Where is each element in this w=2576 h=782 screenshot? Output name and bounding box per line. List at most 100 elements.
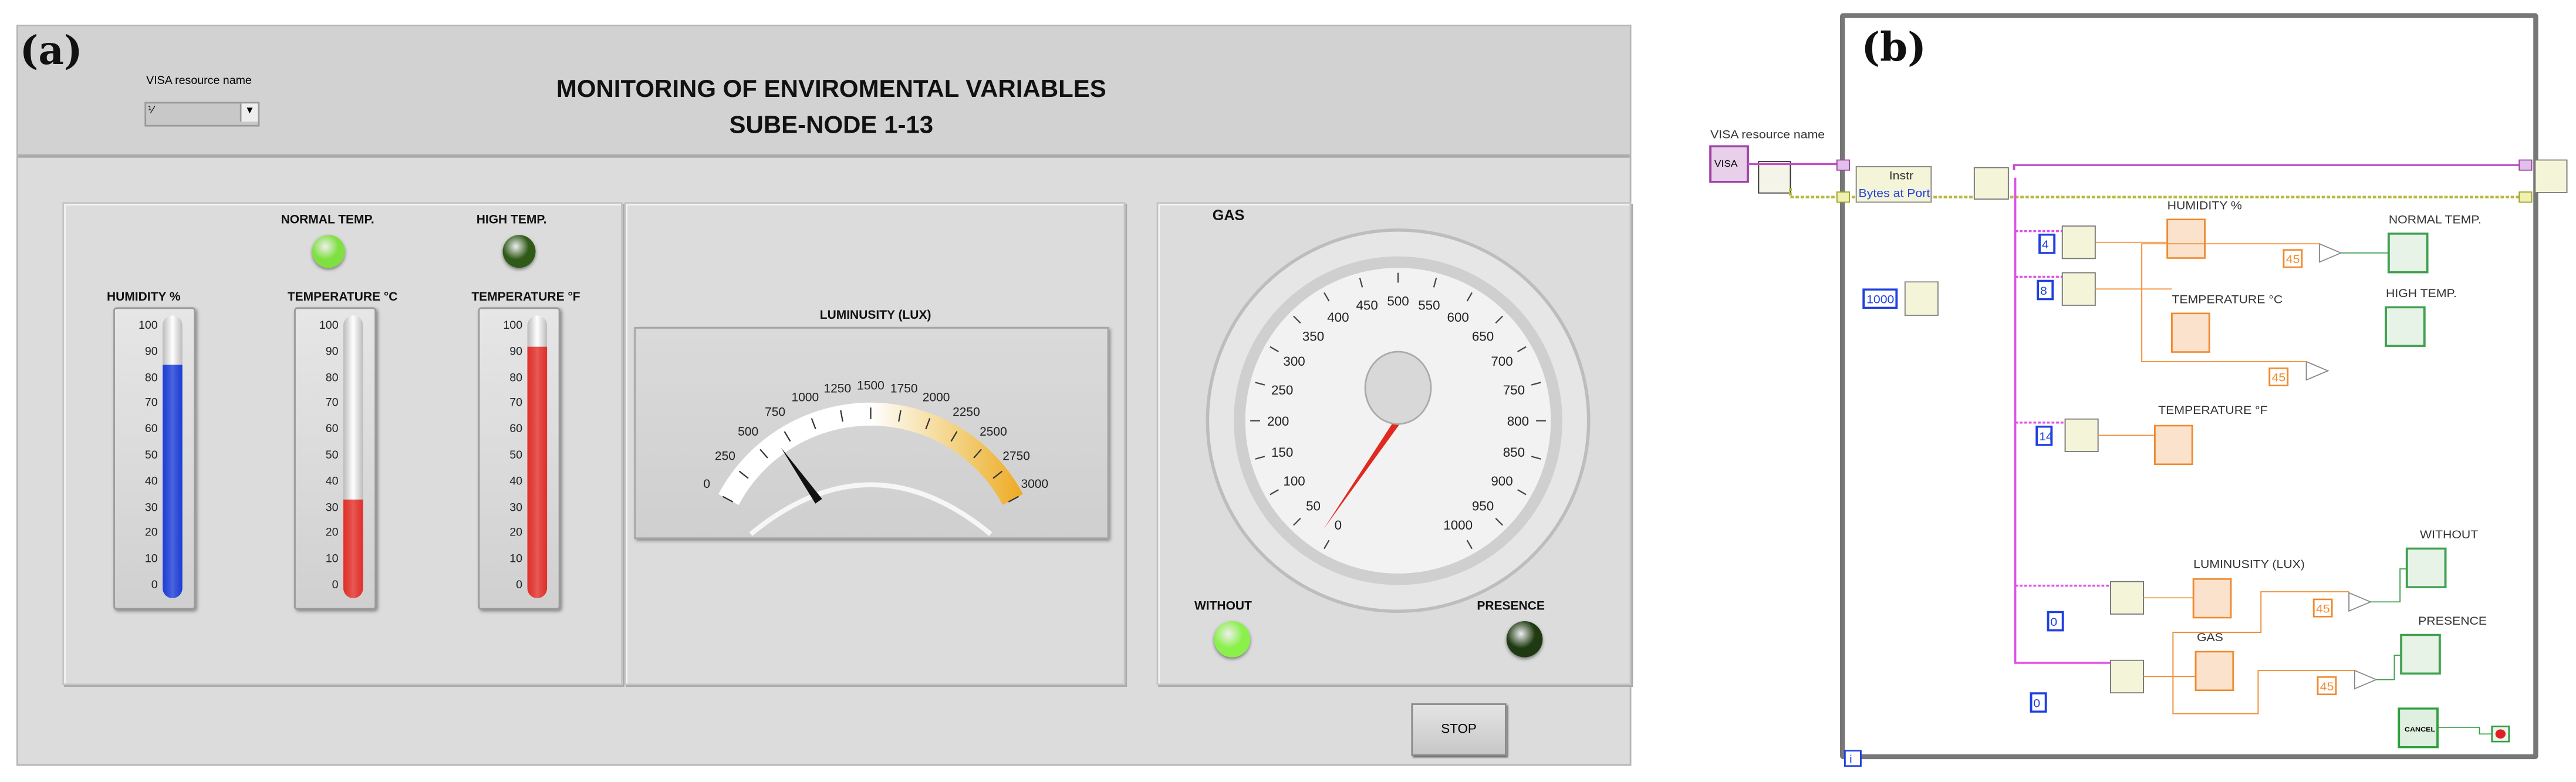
comparison-node[interactable] <box>2305 360 2329 381</box>
gas-tick-label: 200 <box>1267 414 1289 429</box>
figure-label-b: (b) <box>1861 23 1926 71</box>
visa-configure-serial-node[interactable] <box>1758 161 1791 194</box>
string-subset-node[interactable] <box>2109 581 2145 615</box>
comparison-node[interactable] <box>2354 669 2378 690</box>
string-subset-node[interactable] <box>2109 659 2145 693</box>
thermometer-level-fill <box>163 364 183 598</box>
high-temp-led <box>502 235 536 268</box>
boolean-indicator-terminal[interactable] <box>2385 306 2426 347</box>
gas-tick-label: 800 <box>1507 414 1529 429</box>
visa-resource-dropdown[interactable]: ⅟ ▼ <box>144 102 260 127</box>
stop-button[interactable]: STOP <box>1411 703 1507 756</box>
thermometer: 0 10 20 30 40 50 60 70 80 90 100 <box>478 307 561 610</box>
index-constant-value: 14 <box>2039 431 2053 443</box>
thermometer-tick-label: 0 <box>332 580 339 592</box>
luminosity-tick-label: 2000 <box>923 391 950 405</box>
comparison-node[interactable] <box>2318 242 2342 263</box>
thermometer-tick-label: 80 <box>325 372 339 384</box>
indicator-label: PRESENCE <box>2418 615 2487 628</box>
presence-label: PRESENCE <box>1477 598 1545 614</box>
indicator-label: NORMAL TEMP. <box>2389 214 2482 227</box>
gas-tick-label: 300 <box>1283 354 1305 369</box>
indicator-label: HUMIDITY % <box>2168 200 2242 212</box>
gas-tick-label: 750 <box>1503 383 1525 397</box>
thermometer-level-fill <box>527 346 548 598</box>
indicator-label: HIGH TEMP. <box>2386 288 2457 300</box>
index-constant-value: 0 <box>2050 616 2057 629</box>
visa-close-node[interactable] <box>2534 159 2568 193</box>
gas-tick-label: 1000 <box>1443 518 1473 532</box>
shift-register-right-icon <box>2518 159 2533 171</box>
string-subset-node[interactable] <box>2061 272 2096 306</box>
front-panel-header: VISA resource name ⅟ ▼ MONITORING OF ENV… <box>18 26 1630 158</box>
indicator-label: TEMPERATURE °F <box>2158 405 2267 417</box>
gas-tick-label: 950 <box>1472 498 1494 513</box>
boolean-indicator-terminal[interactable] <box>2400 633 2441 675</box>
luminosity-tick-label: 2250 <box>953 406 980 419</box>
gas-tick-label: 550 <box>1418 298 1440 313</box>
gas-tick-label: 700 <box>1491 354 1512 369</box>
string-subset-node[interactable] <box>2061 225 2096 259</box>
comparison-node[interactable] <box>2348 592 2372 612</box>
indicator-label: WITHOUT <box>2420 529 2478 541</box>
presence-led <box>1506 621 1543 658</box>
luminosity-label: LUMINUSITY (LUX) <box>819 307 931 322</box>
thermometer-tick-label: 60 <box>509 424 523 436</box>
thermometer-tick-label: 90 <box>144 346 158 358</box>
indicator-terminal[interactable] <box>2153 424 2193 466</box>
luminosity-tick-label: 1750 <box>890 382 918 396</box>
wait-timer-icon <box>1904 281 1939 316</box>
thermometer-tick-label: 100 <box>319 320 339 332</box>
indicator-terminal[interactable] <box>2166 218 2206 259</box>
thermometer-tick-label: 80 <box>509 372 523 384</box>
gas-tick-label: 100 <box>1283 474 1305 488</box>
thermometer-tick-label: 10 <box>325 554 339 566</box>
indicator-label: GAS <box>2197 632 2223 644</box>
luminosity-needle <box>781 447 822 504</box>
visa-read-node[interactable] <box>1973 167 2009 200</box>
thermometer-tick-label: 40 <box>509 476 523 488</box>
thermometer-tick-label: 60 <box>325 424 339 436</box>
shift-register-right-icon <box>2518 191 2533 203</box>
front-panel: VISA resource name ⅟ ▼ MONITORING OF ENV… <box>16 24 1632 766</box>
boolean-indicator-terminal[interactable] <box>2387 232 2429 274</box>
block-diagram: VISA resource name VISA Instr Bytes at P… <box>1709 129 2568 767</box>
gas-tick-label: 400 <box>1327 310 1349 325</box>
io-icon: ⅟ <box>147 106 154 117</box>
luminosity-tick-label: 2750 <box>1002 450 1030 463</box>
threshold-value: 45 <box>2316 603 2330 615</box>
gas-label: GAS <box>1212 207 1245 224</box>
indicator-terminal[interactable] <box>2195 650 2234 692</box>
thermometer-tick-label: 40 <box>325 476 339 488</box>
page-title: MONITORING OF ENVIROMENTAL VARIABLES <box>556 75 1106 104</box>
thermometer-tick-label: 20 <box>144 528 158 540</box>
stop-condition-icon <box>2495 729 2506 739</box>
thermometer-tick-label: 50 <box>325 450 339 462</box>
normal-temp-label: NORMAL TEMP. <box>281 212 374 227</box>
indicator-terminal[interactable] <box>2192 578 2232 619</box>
thermometer-tick-label: 100 <box>138 320 158 332</box>
gauge-hub-arc <box>749 482 992 536</box>
luminosity-tick-label: 1500 <box>857 379 884 392</box>
thermometer-tick-label: 70 <box>509 398 523 410</box>
visa-resource-name-label: VISA resource name <box>1710 129 1825 141</box>
indicator-terminal[interactable] <box>2170 312 2210 353</box>
thermometer-tick-label: 90 <box>325 346 339 358</box>
string-subset-node[interactable] <box>2064 418 2099 453</box>
thermometer: 0 10 20 30 40 50 60 70 80 90 100 <box>294 307 376 610</box>
visa-resource-label: VISA resource name <box>146 75 252 87</box>
thermometer-tick-label: 100 <box>503 320 523 332</box>
boolean-indicator-terminal[interactable] <box>2405 547 2447 588</box>
loop-iteration-label: i <box>1849 753 1852 766</box>
gas-tick-label: 850 <box>1503 445 1525 460</box>
thermometer-tick-label: 80 <box>144 372 158 384</box>
thermometer-tick-label: 60 <box>144 424 158 436</box>
thermometer-tick-label: 90 <box>509 346 523 358</box>
index-constant-value: 4 <box>2042 239 2049 251</box>
cancel-label: CANCEL <box>2405 725 2435 733</box>
chevron-down-icon[interactable]: ▼ <box>239 103 258 122</box>
gas-tick-label: 150 <box>1271 445 1293 460</box>
thermometer-label: TEMPERATURE °C <box>287 289 398 304</box>
shift-register-left-icon <box>1836 159 1851 171</box>
without-label: WITHOUT <box>1194 598 1252 614</box>
